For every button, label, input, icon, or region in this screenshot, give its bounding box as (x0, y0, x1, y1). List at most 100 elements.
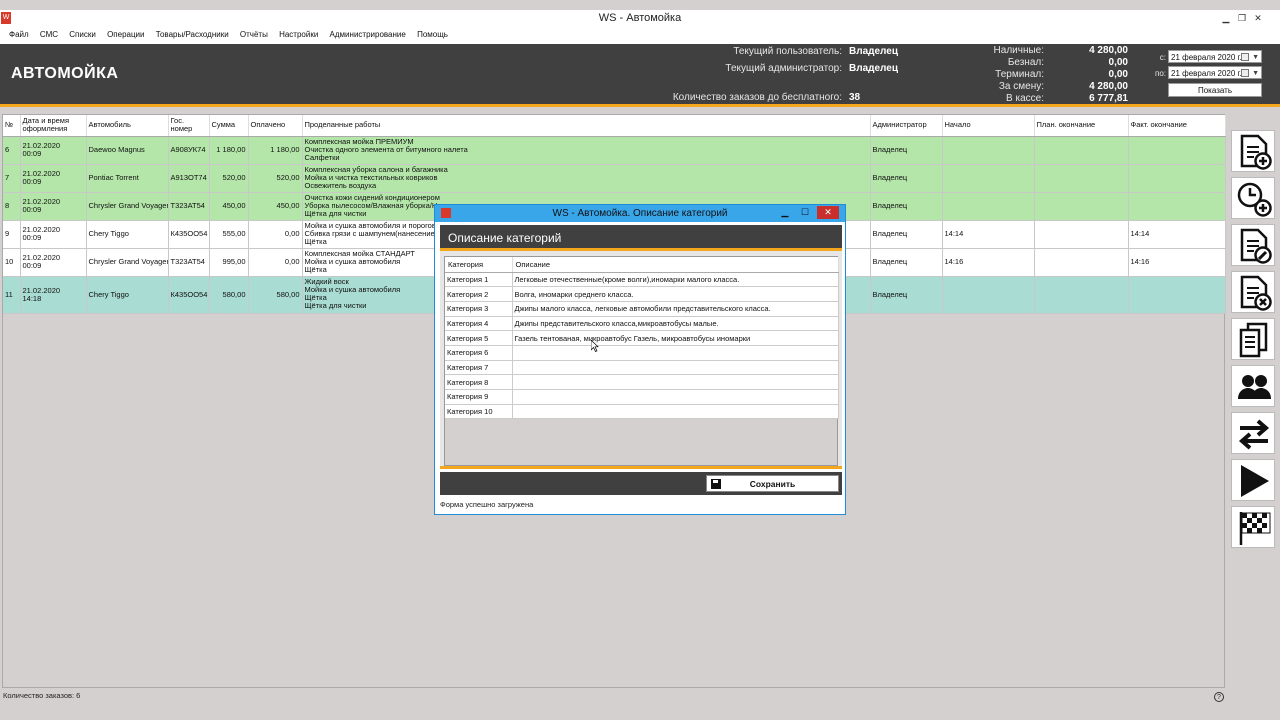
cell-plate: К435ОО54 (168, 220, 210, 249)
menu-operations[interactable]: Операции (106, 28, 144, 42)
dialog-body: Категория Описание Категория 1 Легковые о… (440, 251, 842, 469)
cell-admin: Владелец (870, 136, 943, 165)
category-description-cell[interactable] (512, 389, 839, 405)
transfer-icon[interactable] (1231, 412, 1275, 454)
col-start[interactable]: Начало (942, 115, 1035, 137)
col-paid[interactable]: Оплачено (248, 115, 303, 137)
cell-car: Chrysler Grand Voyager (86, 248, 169, 277)
cell-start (942, 276, 1035, 314)
category-name: Категория 7 (445, 360, 513, 376)
category-name: Категория 1 (445, 272, 513, 288)
col-description[interactable]: Описание (512, 257, 839, 273)
category-name: Категория 6 (445, 345, 513, 361)
category-description-cell[interactable]: Легковые отечественные(кроме волги),ином… (512, 272, 839, 288)
new-order-icon[interactable] (1231, 130, 1275, 172)
menu-administration[interactable]: Администрирование (329, 28, 406, 42)
col-car[interactable]: Автомобиль (86, 115, 169, 137)
help-icon[interactable]: ? (1214, 692, 1224, 702)
edit-order-icon[interactable] (1231, 224, 1275, 266)
menu-sms[interactable]: СМС (39, 28, 58, 42)
calendar-icon (1241, 53, 1249, 61)
minimize-icon[interactable]: ▁ (775, 206, 795, 219)
date-from-picker[interactable]: 21 февраля 2020 г. ▼ (1168, 50, 1262, 63)
col-number[interactable]: № (3, 115, 21, 137)
noncash-value: 0,00 (1108, 57, 1128, 68)
category-description-cell[interactable]: Джипы малого класса, легковые автомобили… (512, 301, 839, 317)
cell-car: Chery Tiggo (86, 276, 169, 314)
category-row[interactable]: Категория 9 (445, 389, 839, 405)
cell-datetime: 21.02.2020 00:09 (20, 192, 87, 221)
scheduled-order-icon[interactable] (1231, 177, 1275, 219)
col-admin[interactable]: Администратор (870, 115, 943, 137)
menu-file[interactable]: Файл (8, 28, 29, 42)
col-plan-end[interactable]: План. окончание (1034, 115, 1129, 137)
start-icon[interactable] (1231, 459, 1275, 501)
maximize-icon[interactable]: ☐ (795, 206, 815, 219)
category-description-cell[interactable]: Волга, иномарки среднего класса. (512, 286, 839, 302)
category-description-cell[interactable] (512, 360, 839, 376)
menu-settings[interactable]: Настройки (278, 28, 318, 42)
category-row[interactable]: Категория 6 (445, 345, 839, 361)
category-row[interactable]: Категория 5 Газель тентованая, микроавтоб… (445, 330, 839, 346)
menu-lists[interactable]: Списки (68, 28, 96, 42)
category-row[interactable]: Категория 10 (445, 404, 839, 420)
close-icon[interactable]: ✕ (1251, 12, 1265, 24)
table-row[interactable]: 7 21.02.2020 00:09 Pontiac Torrent А913ОТ74 5… (3, 164, 1226, 193)
col-category[interactable]: Категория (445, 257, 513, 273)
cell-plate: А913ОТ74 (168, 164, 210, 193)
category-row[interactable]: Категория 7 (445, 360, 839, 376)
menu-help[interactable]: Помощь (416, 28, 448, 42)
cell-plate: Т323АТ54 (168, 192, 210, 221)
date-from-value: 21 февраля 2020 г. (1171, 53, 1242, 62)
restore-icon[interactable]: ❐ (1235, 12, 1249, 24)
cell-plate: Т323АТ54 (168, 248, 210, 277)
col-sum[interactable]: Сумма (209, 115, 249, 137)
categories-header-row: Категория Описание (445, 257, 839, 273)
minimize-icon[interactable]: ▁ (1219, 12, 1233, 24)
category-row[interactable]: Категория 8 (445, 374, 839, 390)
cell-admin: Владелец (870, 164, 943, 193)
cell-paid: 520,00 (248, 164, 303, 193)
cell-plan-end (1034, 136, 1129, 165)
col-plate[interactable]: Гос. номер (168, 115, 210, 137)
category-description-cell[interactable] (512, 374, 839, 390)
cell-sum: 995,00 (209, 248, 249, 277)
order-time: 00:09 (22, 149, 42, 158)
cell-admin: Владелец (870, 220, 943, 249)
date-to-picker[interactable]: 21 февраля 2020 г. ▼ (1168, 66, 1262, 79)
cell-plan-end (1034, 220, 1129, 249)
cell-sum: 580,00 (209, 276, 249, 314)
category-row[interactable]: Категория 2 Волга, иномарки среднего клас… (445, 286, 839, 302)
cell-car: Chery Tiggo (86, 220, 169, 249)
delete-order-icon[interactable] (1231, 271, 1275, 313)
category-description-cell[interactable] (512, 404, 839, 420)
close-icon[interactable]: ✕ (817, 206, 839, 219)
cash-value: 4 280,00 (1089, 45, 1128, 56)
cell-plan-end (1034, 192, 1129, 221)
col-fact-end[interactable]: Факт. окончание (1128, 115, 1226, 137)
dialog-titlebar[interactable]: WS - Автомойка. Описание категорий ▁ ☐ ✕ (435, 205, 845, 222)
category-name: Категория 8 (445, 374, 513, 390)
cell-paid: 450,00 (248, 192, 303, 221)
category-description-cell[interactable] (512, 345, 839, 361)
category-description-cell[interactable]: Джипы представительского класса,микроавт… (512, 316, 839, 332)
save-button[interactable]: Сохранить (706, 475, 839, 492)
cell-works: Комплексная уборка салона и багажника Мо… (302, 164, 871, 193)
report-icon[interactable] (1231, 318, 1275, 360)
current-user-value: Владелец (849, 46, 898, 57)
col-works[interactable]: Проделанные работы (302, 115, 871, 137)
category-row[interactable]: Категория 1 Легковые отечественные(кроме … (445, 272, 839, 288)
table-row[interactable]: 6 21.02.2020 00:09 Daewoo Magnus А908УК74 1 1… (3, 136, 1226, 165)
col-date[interactable]: Дата и время оформления (20, 115, 87, 137)
finish-flag-icon[interactable] (1231, 506, 1275, 548)
category-description-cell[interactable]: Газель тентованая, микроавтобус Газель, … (512, 330, 839, 346)
menu-reports[interactable]: Отчёты (239, 28, 268, 42)
menu-goods[interactable]: Товары/Расходники (155, 28, 229, 42)
cell-sum: 520,00 (209, 164, 249, 193)
clients-icon[interactable] (1231, 365, 1275, 407)
show-button[interactable]: Показать (1168, 83, 1262, 97)
cell-start (942, 192, 1035, 221)
shift-label: За смену: (998, 81, 1044, 92)
category-row[interactable]: Категория 3 Джипы малого класса, легковые… (445, 301, 839, 317)
category-row[interactable]: Категория 4 Джипы представительского клас… (445, 316, 839, 332)
